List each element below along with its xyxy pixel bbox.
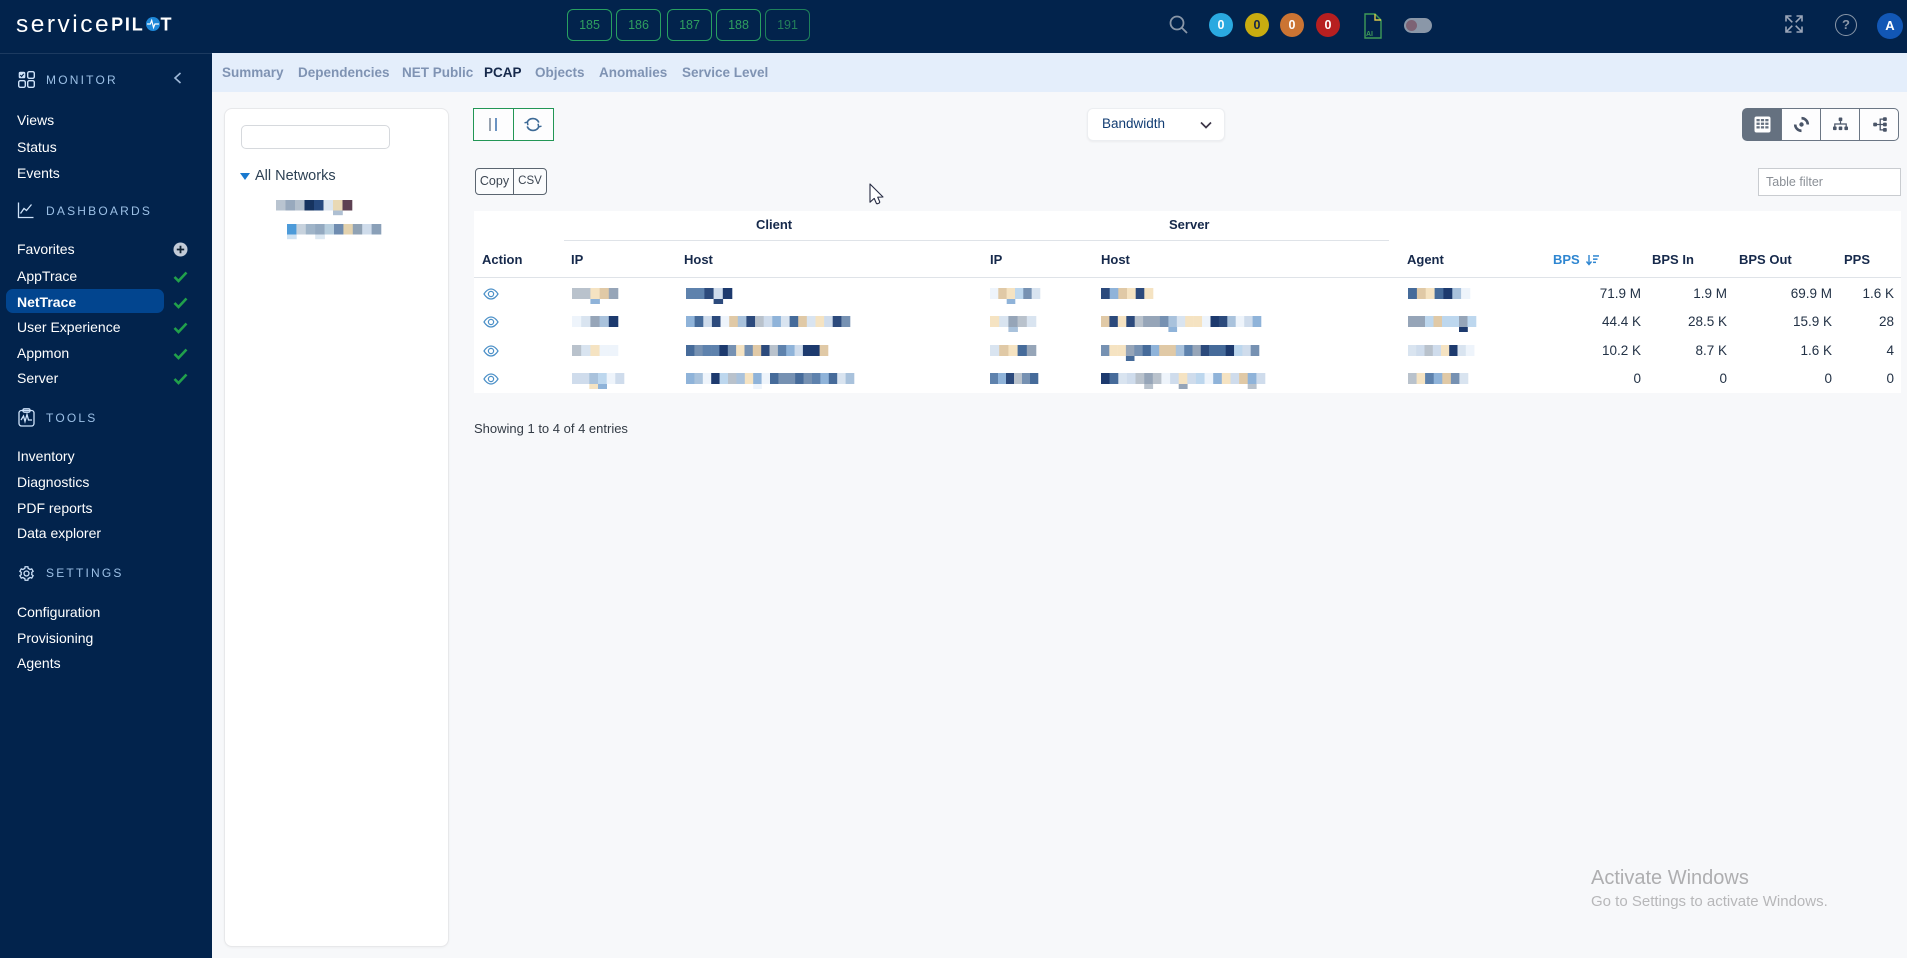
svg-text:AI: AI bbox=[1366, 31, 1373, 38]
